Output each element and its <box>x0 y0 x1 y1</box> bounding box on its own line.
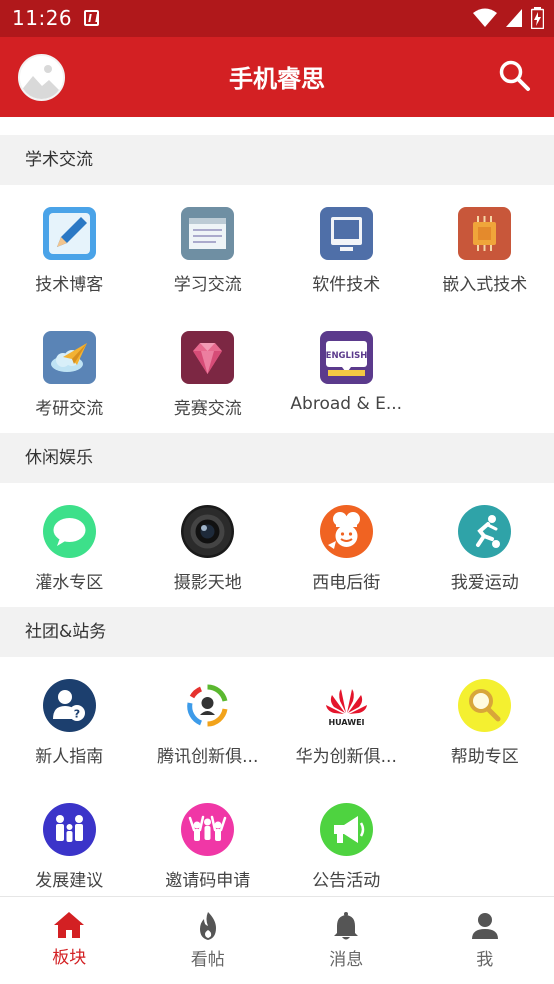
board-tencent-club[interactable]: 腾讯创新俱... <box>139 657 278 781</box>
board-label: 摄影天地 <box>173 573 242 593</box>
english-sign-text: ENGLISH <box>325 351 367 361</box>
chip-icon <box>458 207 512 260</box>
bell-icon <box>334 912 359 940</box>
nav-messages[interactable]: 消息 <box>277 897 416 984</box>
nav-label: 看帖 <box>190 950 225 970</box>
board-label: 帮助专区 <box>450 747 519 767</box>
tencent-icon <box>181 679 235 732</box>
status-icons <box>473 7 544 29</box>
signal-icon <box>506 9 522 27</box>
nav-me[interactable]: 我 <box>416 897 554 984</box>
camera-lens-icon <box>181 505 235 558</box>
huawei-logo-text: HUAWEI <box>328 718 364 727</box>
chat-bubble-icon <box>42 505 96 558</box>
board-huawei-club[interactable]: HUAWEI 华为创新俱... <box>277 657 416 781</box>
section-header-clubs: 社团&站务 <box>0 607 554 657</box>
board-study[interactable]: 学习交流 <box>139 185 278 309</box>
board-label: 公告活动 <box>312 871 381 891</box>
search-button[interactable] <box>498 59 532 93</box>
board-label: 腾讯创新俱... <box>157 747 259 767</box>
board-competition[interactable]: 竞赛交流 <box>139 309 278 433</box>
board-announcements[interactable]: 公告活动 <box>277 781 416 905</box>
battery-icon <box>531 7 544 29</box>
nav-label: 我 <box>476 950 494 970</box>
board-tech-blog[interactable]: 技术博客 <box>0 185 139 309</box>
board-label: 学习交流 <box>173 275 242 295</box>
board-label: Abroad & E... <box>290 394 403 414</box>
section-grid-academic: 技术博客 学习交流 软件技术 嵌入式技术 考研交流 竞赛交流 ENGLISH A… <box>0 185 554 433</box>
home-icon <box>54 912 85 938</box>
board-label: 灌水专区 <box>35 573 104 593</box>
board-label: 竞赛交流 <box>173 399 242 419</box>
board-postgrad[interactable]: 考研交流 <box>0 309 139 433</box>
paper-plane-icon <box>42 331 96 384</box>
board-help[interactable]: 帮助专区 <box>416 657 554 781</box>
nav-posts[interactable]: 看帖 <box>139 897 278 984</box>
board-newbie-guide[interactable]: ? 新人指南 <box>0 657 139 781</box>
search-icon <box>499 60 530 91</box>
monitor-icon <box>319 207 373 260</box>
status-time: 11:26 <box>12 6 73 30</box>
section-grid-clubs: ? 新人指南 腾讯创新俱... HUAWEI 华为创新俱... 帮助专区 发展建… <box>0 657 554 905</box>
nav-boards[interactable]: 板块 <box>0 897 139 984</box>
nav-label: 板块 <box>52 948 87 968</box>
board-label: 发展建议 <box>35 871 104 891</box>
bottom-nav: 板块 看帖 消息 我 <box>0 896 554 984</box>
board-label: 邀请码申请 <box>165 871 251 891</box>
section-grid-leisure: 灌水专区 摄影天地 西电后街 我爱运动 <box>0 483 554 607</box>
soccer-icon <box>458 505 512 558</box>
svg-text:?: ? <box>74 708 80 721</box>
app-title: 手机睿思 <box>229 65 325 93</box>
people-cheer-icon <box>181 803 235 856</box>
board-backstreet[interactable]: 西电后街 <box>277 483 416 607</box>
app-bar: 手机睿思 <box>0 37 554 117</box>
megaphone-icon <box>319 803 373 856</box>
board-label: 西电后街 <box>312 573 381 593</box>
chef-icon <box>319 505 373 558</box>
window-icon <box>181 207 235 260</box>
board-label: 华为创新俱... <box>295 747 397 767</box>
user-help-icon: ? <box>42 679 96 732</box>
board-label: 我爱运动 <box>450 573 519 593</box>
wifi-icon <box>473 8 497 27</box>
flame-icon <box>199 912 216 940</box>
board-label: 软件技术 <box>312 275 381 295</box>
board-list: 学术交流 技术博客 学习交流 软件技术 嵌入式技术 考研交流 竞赛交流 ENGL… <box>0 117 554 905</box>
board-abroad[interactable]: ENGLISH Abroad & E... <box>277 309 416 433</box>
section-header-leisure: 休闲娱乐 <box>0 433 554 483</box>
board-label: 技术博客 <box>35 275 104 295</box>
board-label: 嵌入式技术 <box>442 275 528 295</box>
board-suggestions[interactable]: 发展建议 <box>0 781 139 905</box>
board-photo[interactable]: 摄影天地 <box>139 483 278 607</box>
board-invite-code[interactable]: 邀请码申请 <box>139 781 278 905</box>
board-label: 新人指南 <box>35 747 104 767</box>
notification-icon <box>84 10 99 26</box>
board-sports[interactable]: 我爱运动 <box>416 483 554 607</box>
board-label: 考研交流 <box>35 399 104 419</box>
huawei-icon: HUAWEI <box>319 679 373 732</box>
status-bar: 11:26 <box>0 0 554 37</box>
board-software[interactable]: 软件技术 <box>277 185 416 309</box>
english-sign-icon: ENGLISH <box>319 331 373 384</box>
section-header-academic: 学术交流 <box>0 135 554 185</box>
board-embedded[interactable]: 嵌入式技术 <box>416 185 554 309</box>
family-icon <box>42 803 96 856</box>
pencil-icon <box>42 207 96 260</box>
person-icon <box>471 913 498 939</box>
nav-label: 消息 <box>329 950 364 970</box>
magnifier-icon <box>458 679 512 732</box>
board-water[interactable]: 灌水专区 <box>0 483 139 607</box>
diamond-icon <box>181 331 235 384</box>
